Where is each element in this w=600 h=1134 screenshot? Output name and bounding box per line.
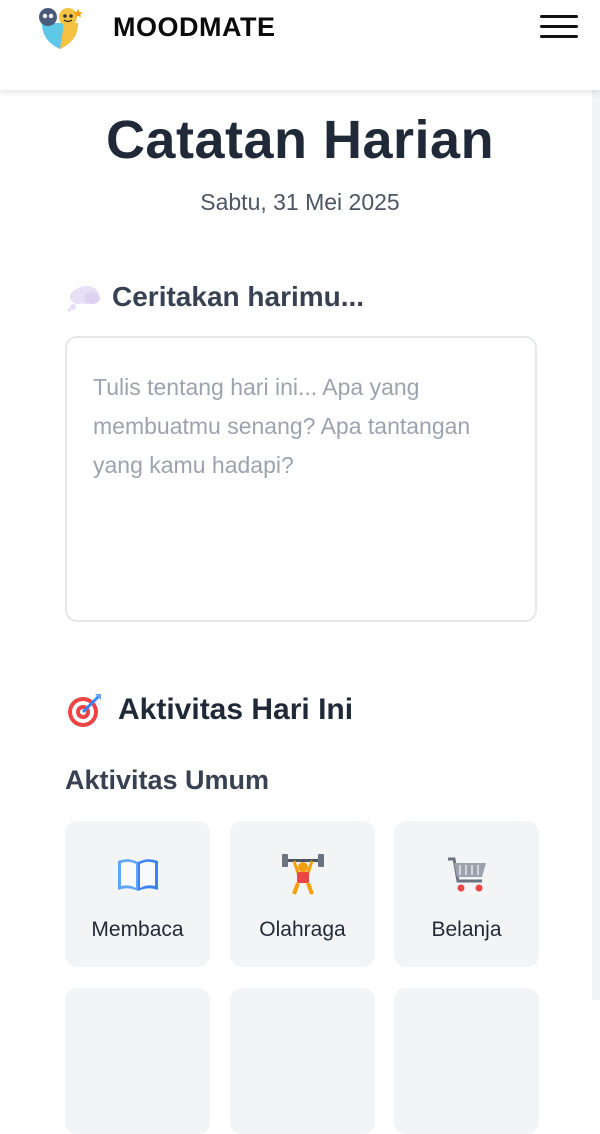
current-date: Sabtu, 31 Mei 2025 <box>200 189 400 215</box>
hamburger-menu-button[interactable] <box>538 12 580 42</box>
activity-category-label: Aktivitas Umum <box>65 765 270 795</box>
activity-card-olahraga[interactable]: Olahraga <box>230 821 375 967</box>
shopping-cart-icon <box>447 857 486 892</box>
activity-label: Membaca <box>91 918 184 941</box>
page-scrollbar[interactable] <box>592 90 600 1000</box>
app-header: MOODMATE <box>0 0 600 90</box>
activity-card[interactable] <box>230 988 375 1134</box>
activities-heading-label: Aktivitas Hari Ini <box>118 693 354 726</box>
activity-label: Belanja <box>431 918 502 941</box>
journal-textarea[interactable] <box>65 336 537 622</box>
app-brand-name[interactable]: MOODMATE <box>113 9 275 45</box>
thought-bubble-icon <box>67 286 100 312</box>
story-section-heading: Ceritakan harimu... <box>66 277 364 317</box>
activity-card-membaca[interactable]: Membaca <box>65 821 210 967</box>
mood-faces-logo-icon[interactable] <box>34 3 86 51</box>
activity-card[interactable] <box>394 988 539 1134</box>
target-icon <box>68 694 101 727</box>
story-heading-label: Ceritakan harimu... <box>112 281 365 312</box>
menu-line-icon <box>540 15 578 18</box>
activity-label: Olahraga <box>259 918 346 941</box>
menu-line-icon <box>540 25 578 28</box>
weightlifter-icon <box>281 854 324 895</box>
menu-line-icon <box>540 35 578 38</box>
activity-card-belanja[interactable]: Belanja <box>394 821 539 967</box>
page-title: Catatan Harian <box>105 110 495 170</box>
activities-section-heading: Aktivitas Hari Ini <box>66 689 353 731</box>
open-book-icon <box>117 859 158 891</box>
activity-card[interactable] <box>65 988 210 1134</box>
